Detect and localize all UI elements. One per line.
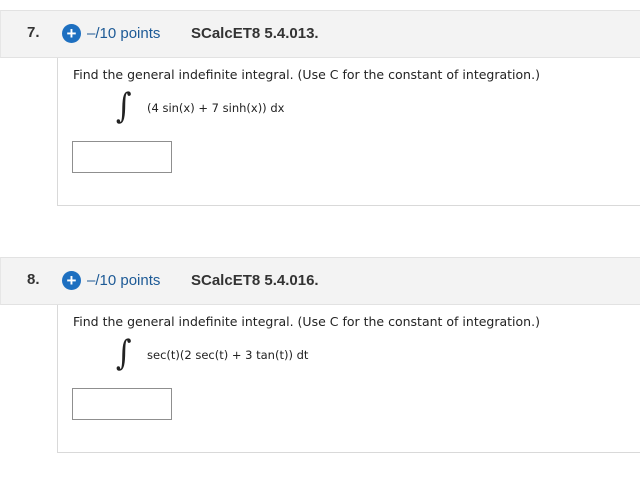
question-prompt: Find the general indefinite integral. (U… [73, 67, 540, 82]
question-prompt: Find the general indefinite integral. (U… [73, 314, 540, 329]
points-label: –/10 points [87, 25, 161, 42]
integrand-expression: (4 sin(x) + 7 sinh(x)) dx [147, 101, 285, 115]
question-header: 8. + –/10 points SCalcET8 5.4.016. [0, 257, 640, 305]
plus-icon[interactable]: + [62, 24, 81, 43]
integrand-expression: sec(t)(2 sec(t) + 3 tan(t)) dt [147, 348, 309, 362]
question-number: 8. [27, 271, 40, 288]
question-number: 7. [27, 24, 40, 41]
answer-input[interactable] [72, 141, 172, 173]
plus-icon[interactable]: + [62, 271, 81, 290]
question-body: Find the general indefinite integral. (U… [57, 305, 640, 453]
source-label: SCalcET8 5.4.013. [191, 25, 319, 42]
integral-symbol: ∫ [116, 86, 132, 127]
question-7: 7. + –/10 points SCalcET8 5.4.013. Find … [0, 10, 640, 206]
integral-symbol: ∫ [116, 333, 132, 374]
points-label: –/10 points [87, 272, 161, 289]
answer-input[interactable] [72, 388, 172, 420]
source-label: SCalcET8 5.4.016. [191, 272, 319, 289]
question-body: Find the general indefinite integral. (U… [57, 58, 640, 206]
question-8: 8. + –/10 points SCalcET8 5.4.016. Find … [0, 257, 640, 453]
question-header: 7. + –/10 points SCalcET8 5.4.013. [0, 10, 640, 58]
